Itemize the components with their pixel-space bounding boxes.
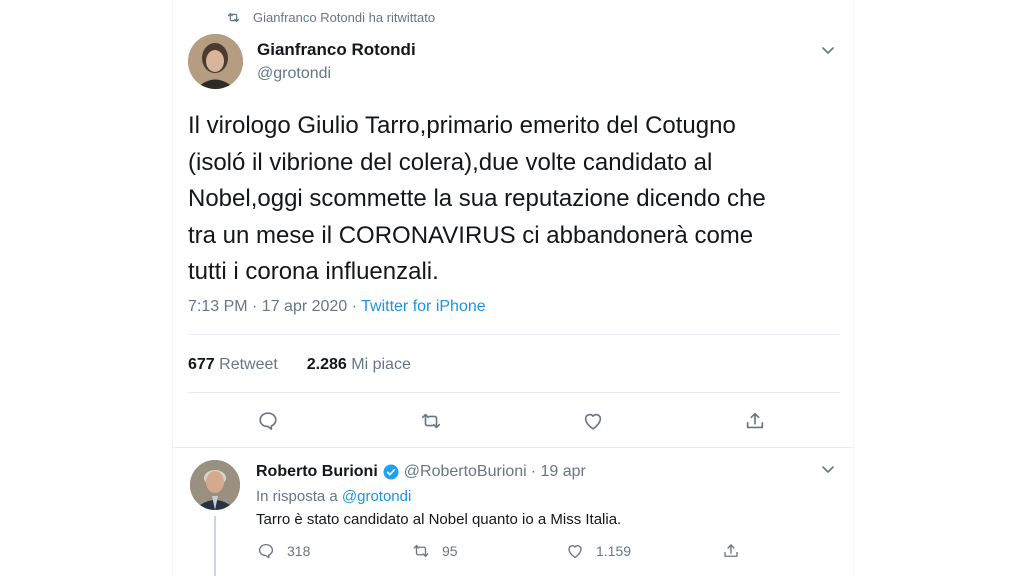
in-reply-to: In risposta a @grotondi xyxy=(256,488,411,505)
chevron-down-icon[interactable] xyxy=(820,42,836,58)
reply-icon xyxy=(258,543,274,559)
tweet-meta: 7:13 PM · 17 apr 2020 · Twitter for iPho… xyxy=(188,298,486,316)
avatar[interactable] xyxy=(188,34,243,89)
retweet-label[interactable]: Retweet xyxy=(219,356,278,373)
reply-header: Roberto Burioni @RobertoBurioni · 19 apr xyxy=(256,463,586,481)
tweet-text-line: Il virologo Giulio Tarro,primario emerit… xyxy=(188,112,736,139)
thread-line xyxy=(214,516,216,576)
tweet-time[interactable]: 7:13 PM · 17 apr 2020 · xyxy=(188,298,361,315)
divider xyxy=(188,392,840,393)
verified-badge-icon xyxy=(383,464,399,480)
reply-reply-button[interactable]: 318 xyxy=(257,542,310,560)
retweet-icon xyxy=(413,545,429,557)
like-icon xyxy=(584,413,602,430)
reply-like-count: 1.159 xyxy=(596,543,632,559)
tweet-source[interactable]: Twitter for iPhone xyxy=(361,298,486,315)
like-label[interactable]: Mi piace xyxy=(351,356,411,373)
share-icon xyxy=(746,412,764,429)
retweet-icon xyxy=(227,13,240,22)
tweet-text-line: Nobel,oggi scommette la sua reputazione … xyxy=(188,185,766,212)
author-name[interactable]: Gianfranco Rotondi xyxy=(257,40,416,60)
reply-button[interactable] xyxy=(257,410,279,432)
share-icon xyxy=(724,544,738,557)
reply-author-handle[interactable]: @RobertoBurioni xyxy=(404,463,527,481)
tweet-text-line: tutti i corona influenzali. xyxy=(188,258,439,285)
reply-count: 318 xyxy=(287,543,311,559)
tweet-stats: 677 Retweet 2.286 Mi piace xyxy=(188,356,411,374)
reply-author-name[interactable]: Roberto Burioni xyxy=(256,463,378,481)
divider xyxy=(188,334,840,335)
tweet-text-line: tra un mese il CORONAVIRUS ci abbandoner… xyxy=(188,221,754,249)
tweet-text-line: (isoló il vibrione del colera),due volte… xyxy=(188,148,713,176)
tweet-text: Il virologo Giulio Tarro,primario emerit… xyxy=(188,108,828,291)
divider xyxy=(172,447,853,448)
reply-share-button[interactable] xyxy=(722,542,740,560)
avatar[interactable] xyxy=(190,460,240,510)
like-button[interactable] xyxy=(582,410,604,432)
reply-text: Tarro è stato candidato al Nobel quanto … xyxy=(256,511,622,528)
chevron-down-icon[interactable] xyxy=(820,461,836,477)
reply-date[interactable]: · 19 apr xyxy=(531,463,586,481)
reply-retweet-button[interactable]: 95 xyxy=(412,542,458,560)
retweet-icon xyxy=(421,413,441,429)
retweet-context: Gianfranco Rotondi ha ritwittato xyxy=(226,10,435,25)
like-count[interactable]: 2.286 xyxy=(307,356,347,373)
in-reply-label: In risposta a xyxy=(256,488,338,505)
reply-like-button[interactable]: 1.159 xyxy=(566,542,631,560)
in-reply-mention[interactable]: @grotondi xyxy=(342,488,411,505)
reply-retweet-count: 95 xyxy=(442,543,458,559)
share-button[interactable] xyxy=(744,410,766,432)
author-handle[interactable]: @grotondi xyxy=(257,65,331,83)
like-icon xyxy=(568,545,582,559)
reply-icon xyxy=(259,412,277,430)
retweet-context-text: Gianfranco Rotondi ha ritwittato xyxy=(253,10,436,25)
retweet-count[interactable]: 677 xyxy=(188,356,215,373)
retweet-button[interactable] xyxy=(420,410,442,432)
